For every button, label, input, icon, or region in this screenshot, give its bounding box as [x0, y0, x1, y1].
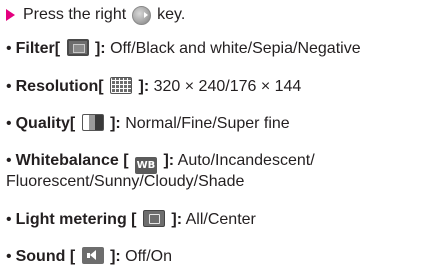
- instruction-line: Press the right key.: [4, 4, 185, 26]
- setting-resolution: • Resolution[ ]: 320 × 240/176 × 144: [6, 76, 301, 97]
- bullet: •: [6, 78, 12, 95]
- setting-label: Resolution: [15, 78, 99, 95]
- close-bracket: ]:: [163, 152, 175, 169]
- setting-label: Whitebalance: [15, 152, 119, 169]
- bullet: •: [6, 40, 12, 57]
- close-bracket: ]:: [94, 40, 106, 57]
- close-bracket: ]:: [171, 211, 183, 228]
- round-navigation-key-icon: [132, 5, 152, 25]
- setting-quality: • Quality[ ]: Normal/Fine/Super fine: [6, 113, 290, 134]
- setting-values: Normal/Fine/Super fine: [125, 115, 290, 132]
- open-bracket: [: [69, 248, 76, 265]
- open-bracket: [: [131, 211, 137, 228]
- setting-values: All/Center: [185, 211, 256, 228]
- bullet: •: [6, 211, 12, 228]
- setting-filter: • Filter[ ]: Off/Black and white/Sepia/Ne…: [6, 38, 361, 59]
- setting-label: Light metering: [15, 211, 127, 228]
- instruction-text-after: key.: [157, 6, 186, 23]
- setting-values: Auto/Incandescent/: [177, 152, 315, 169]
- quality-icon: [81, 114, 104, 131]
- open-bracket: [: [123, 152, 129, 169]
- setting-whitebalance-continued: Fluorescent/Sunny/Cloudy/Shade: [6, 171, 244, 192]
- pointer-arrow-icon: [6, 9, 15, 21]
- light-metering-icon: [142, 210, 165, 227]
- close-bracket: ]:: [110, 115, 121, 132]
- bullet: •: [6, 248, 12, 265]
- settings-page: Press the right key. • Filter[ ]: Off/Bla…: [0, 0, 436, 278]
- open-bracket: [: [54, 40, 61, 57]
- sound-icon: [81, 247, 104, 264]
- instruction-text-before: Press the right: [23, 6, 127, 23]
- open-bracket: [: [98, 78, 104, 95]
- bullet: •: [6, 115, 12, 132]
- setting-values: Off/Black and white/Sepia/Negative: [110, 40, 361, 57]
- filter-icon: [66, 39, 89, 56]
- setting-values: Off/On: [125, 248, 173, 265]
- setting-values: Fluorescent/Sunny/Cloudy/Shade: [6, 173, 245, 190]
- bullet: •: [6, 152, 12, 169]
- close-bracket: ]:: [138, 78, 150, 95]
- resolution-icon: [110, 77, 133, 94]
- setting-label: Filter: [15, 40, 55, 57]
- open-bracket: [: [69, 115, 76, 132]
- close-bracket: ]:: [110, 248, 121, 265]
- setting-sound: • Sound [ ]: Off/On: [6, 246, 172, 267]
- setting-light-metering: • Light metering [ ]: All/Center: [6, 209, 256, 230]
- setting-label: Sound: [15, 248, 66, 265]
- setting-values: 320 × 240/176 × 144: [153, 78, 302, 95]
- setting-label: Quality: [15, 115, 70, 132]
